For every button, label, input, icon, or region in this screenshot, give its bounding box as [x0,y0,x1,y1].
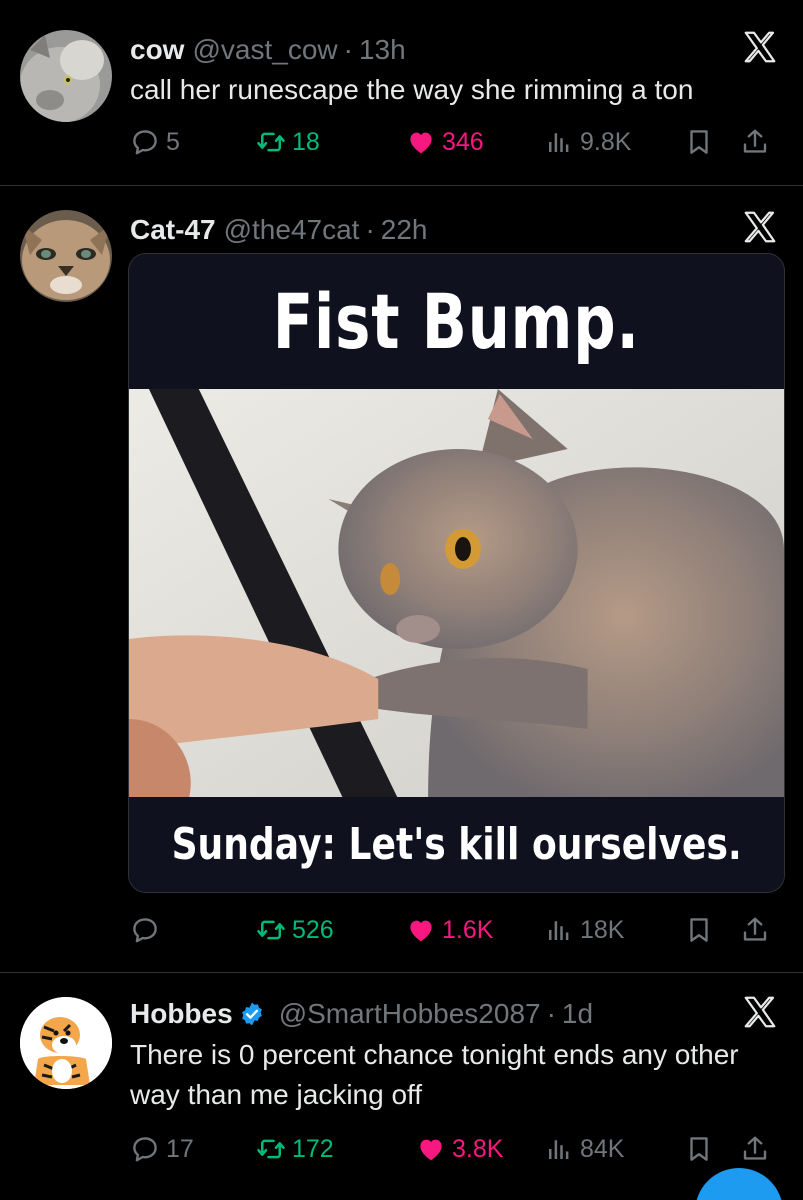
views-button[interactable]: 84K [544,1129,624,1169]
action-bar: 5 18 346 9.8K [130,122,773,162]
like-count: 1.6K [442,915,494,944]
bookmark-icon [684,915,714,945]
views-count: 84K [580,1134,625,1163]
x-logo-icon [741,993,779,1031]
meme-title: Fist Bump. [273,277,640,366]
tweet-text: call her runescape the way she rimming a… [130,74,694,105]
separator-dot: · [343,34,353,65]
like-button[interactable]: 3.8K [416,1129,503,1169]
cat-avatar-icon[interactable] [20,210,112,302]
views-count: 18K [580,915,625,944]
views-chart-icon [544,127,574,157]
repost-count: 526 [292,915,334,944]
repost-button[interactable]: 18 [256,122,320,162]
like-count: 346 [442,127,484,156]
meme-bottom-bar: Sunday: Let's kill ourselves. [129,797,784,892]
share-icon [740,127,770,157]
reply-button[interactable]: 17 [130,1129,194,1169]
views-count: 9.8K [580,127,632,156]
reply-count: 5 [166,127,180,156]
heart-icon [416,1134,446,1164]
action-bar: 17 172 3.8K 84K [130,1129,773,1169]
tweet-1[interactable]: cow @vast_cow · 13h call her runescape t… [0,0,803,185]
repost-button[interactable]: 526 [256,910,334,950]
verified-badge-icon[interactable] [239,1001,265,1027]
repost-count: 172 [292,1134,334,1163]
repost-icon [256,1134,286,1164]
separator-dot: · [546,998,556,1029]
reply-icon [130,915,160,945]
like-count: 3.8K [452,1134,504,1163]
bookmark-icon [684,127,714,157]
share-icon [740,1134,770,1164]
heart-icon [406,915,436,945]
reply-button[interactable]: 5 [130,122,180,162]
views-button[interactable]: 18K [544,910,624,950]
cat-avatar-icon[interactable] [20,30,112,122]
kitten-fist-bump-photo [129,389,784,799]
bookmark-icon [684,1134,714,1164]
repost-count: 18 [292,127,320,156]
x-logo-icon [741,28,779,66]
views-button[interactable]: 9.8K [544,122,631,162]
heart-icon [406,127,436,157]
tweet-header: Hobbes @SmartHobbes2087 · 1d [130,997,593,1030]
reply-icon [130,1134,160,1164]
x-logo-icon [741,208,779,246]
like-button[interactable]: 346 [406,122,484,162]
meme-caption: Sunday: Let's kill ourselves. [171,819,742,870]
timestamp[interactable]: 13h [359,34,406,66]
timestamp[interactable]: 22h [381,214,428,246]
like-button[interactable]: 1.6K [406,910,493,950]
tweet-text: There is 0 percent chance tonight ends a… [130,1039,739,1110]
author-handle[interactable]: @SmartHobbes2087 [279,998,541,1030]
reply-icon [130,127,160,157]
tiger-avatar-icon[interactable] [20,997,112,1089]
tweet-header: cow @vast_cow · 13h [130,34,406,66]
bookmark-button[interactable] [684,1129,720,1169]
reply-button[interactable] [130,910,166,950]
tweet-2[interactable]: Cat-47 @the47cat · 22h Fist Bump. Sunday… [0,186,803,972]
meme-top-bar: Fist Bump. [129,254,784,389]
share-button[interactable] [740,122,776,162]
views-chart-icon [544,1134,574,1164]
author-handle[interactable]: @vast_cow [192,34,337,66]
repost-icon [256,127,286,157]
bookmark-button[interactable] [684,122,720,162]
author-handle[interactable]: @the47cat [224,214,360,246]
repost-button[interactable]: 172 [256,1129,334,1169]
separator-dot: · [365,214,375,245]
repost-icon [256,915,286,945]
tweet-3[interactable]: Hobbes @SmartHobbes2087 · 1d There is 0 … [0,973,803,1200]
author-name[interactable]: cow [130,34,184,66]
views-chart-icon [544,915,574,945]
action-bar: 526 1.6K 18K [130,910,773,950]
timestamp[interactable]: 1d [562,998,593,1030]
share-button[interactable] [740,910,776,950]
bookmark-button[interactable] [684,910,720,950]
reply-count: 17 [166,1134,194,1163]
tweet-header: Cat-47 @the47cat · 22h [130,214,427,246]
tweet-media-image[interactable]: Fist Bump. Sunday: Let's kill ourselves. [128,253,785,893]
author-name[interactable]: Cat-47 [130,214,216,246]
share-icon [740,915,770,945]
author-name[interactable]: Hobbes [130,998,233,1030]
share-button[interactable] [740,1129,776,1169]
